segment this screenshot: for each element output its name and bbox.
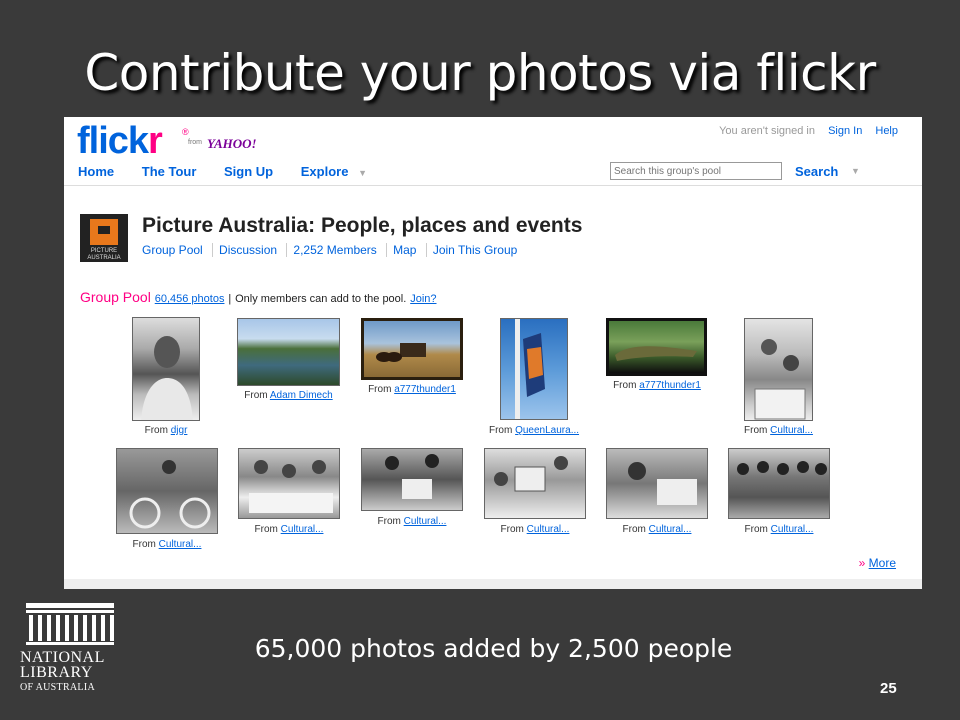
group-icon[interactable]: PICTURE AUSTRALIA: [80, 214, 128, 262]
photo-thumbnail[interactable]: [361, 448, 463, 511]
pool-count-link[interactable]: 60,456 photos: [155, 293, 225, 305]
search-button[interactable]: Search: [795, 164, 838, 179]
from-text: From: [500, 524, 524, 535]
group-icon-text: PICTURE AUSTRALIA: [87, 248, 121, 261]
pool-join-link[interactable]: Join?: [410, 293, 436, 305]
nav-home[interactable]: Home: [78, 164, 114, 179]
photo-author-link[interactable]: Cultural...: [771, 524, 814, 535]
photo-thumbnail[interactable]: [116, 448, 218, 534]
photo-caption: From Adam Dimech: [229, 390, 348, 401]
photo-thumbnail[interactable]: [606, 318, 707, 376]
help-link[interactable]: Help: [875, 125, 898, 137]
photo-author-link[interactable]: Cultural...: [159, 539, 202, 550]
from-text: From: [744, 425, 768, 436]
photo-caption: From a777thunder1: [599, 380, 715, 391]
photo-caption: From Cultural...: [732, 425, 825, 436]
photo-caption: From Cultural...: [116, 539, 218, 550]
nav-sign-up[interactable]: Sign Up: [224, 164, 273, 179]
nav-the-tour[interactable]: The Tour: [142, 164, 197, 179]
main-nav: Home The Tour Sign Up Explore ▼: [78, 164, 391, 179]
explore-dropdown-icon[interactable]: ▼: [358, 168, 367, 178]
photo-caption: From Cultural...: [728, 524, 830, 535]
group-link-pool[interactable]: Group Pool: [142, 243, 209, 257]
photo-thumbnail[interactable]: [237, 318, 340, 386]
from-text: From: [622, 524, 646, 535]
nla-line-3: OF AUSTRALIA: [20, 682, 95, 693]
pool-note: Only members can add to the pool.: [235, 293, 407, 305]
slide-title: Contribute your photos via flickr: [84, 44, 876, 102]
picture-australia-logo-hole: [98, 226, 110, 234]
slide-footer-text: 65,000 photos added by 2,500 people: [254, 634, 733, 663]
group-link-members[interactable]: 2,252 Members: [286, 243, 383, 257]
flickr-screenshot: flickr ® from YAHOO! You aren't signed i…: [64, 117, 922, 589]
registered-mark: ®: [182, 127, 189, 137]
from-text: From: [368, 384, 392, 395]
from-text: From: [144, 425, 168, 436]
group-link-map[interactable]: Map: [386, 243, 423, 257]
more-link-label: More: [868, 556, 896, 570]
photo-thumbnail[interactable]: [728, 448, 830, 519]
from-text: From: [254, 524, 278, 535]
pool-header: Group Pool 60,456 photos | Only members …: [80, 289, 437, 305]
group-link-join[interactable]: Join This Group: [425, 243, 524, 257]
nav-divider: [64, 185, 922, 186]
photo-author-link[interactable]: QueenLaura...: [515, 425, 579, 436]
from-label: from: [188, 139, 202, 146]
yahoo-logo: YAHOO!: [207, 136, 257, 151]
photo-author-link[interactable]: a777thunder1: [639, 380, 701, 391]
photo-thumbnail[interactable]: [500, 318, 568, 420]
sign-in-link[interactable]: Sign In: [828, 125, 862, 137]
photo-author-link[interactable]: Cultural...: [404, 516, 447, 527]
photo-thumbnail[interactable]: [606, 448, 708, 519]
group-link-discussion[interactable]: Discussion: [212, 243, 284, 257]
more-arrow-icon: »: [858, 556, 866, 570]
group-links: Group Pool Discussion 2,252 Members Map …: [142, 243, 524, 257]
page-number: 25: [880, 680, 897, 697]
photo-author-link[interactable]: djgr: [171, 425, 188, 436]
from-text: From: [488, 425, 513, 436]
from-text: From: [377, 516, 401, 527]
photo-author-link[interactable]: Adam Dimech: [270, 390, 333, 401]
photo-author-link[interactable]: Cultural...: [770, 425, 813, 436]
search-input[interactable]: [610, 162, 782, 180]
photo-caption: From Cultural...: [606, 524, 708, 535]
photo-caption: From Cultural...: [361, 516, 463, 527]
photo-author-link[interactable]: a777thunder1: [394, 384, 456, 395]
photo-caption: From Cultural...: [484, 524, 586, 535]
flickr-logo-blue: flick: [77, 120, 149, 162]
pool-heading: Group Pool: [80, 289, 151, 305]
account-bar: You aren't signed in Sign In Help: [719, 125, 898, 137]
photo-caption: From a777thunder1: [354, 384, 470, 395]
nav-explore[interactable]: Explore: [301, 164, 349, 179]
photo-thumbnail[interactable]: [361, 318, 463, 380]
footer-bar: [64, 579, 922, 589]
from-text: From: [613, 380, 637, 391]
photo-thumbnail[interactable]: [484, 448, 586, 519]
photo-author-link[interactable]: Cultural...: [281, 524, 324, 535]
photo-caption: From QueenLaura...: [480, 425, 588, 436]
photo-thumbnail[interactable]: [132, 317, 200, 421]
photo-thumbnail[interactable]: [238, 448, 340, 519]
search-dropdown-icon[interactable]: ▼: [851, 166, 860, 176]
flickr-logo[interactable]: flickr: [77, 120, 163, 162]
from-text: From: [244, 390, 268, 401]
nla-line-2: LIBRARY: [20, 664, 93, 681]
flickr-logo-pink: r: [148, 120, 163, 162]
photo-author-link[interactable]: Cultural...: [527, 524, 570, 535]
group-title: Picture Australia: People, places and ev…: [142, 214, 583, 237]
photo-author-link[interactable]: Cultural...: [649, 524, 692, 535]
from-text: From: [744, 524, 768, 535]
more-link[interactable]: » More: [859, 556, 896, 570]
photo-caption: From Cultural...: [238, 524, 340, 535]
signin-status: You aren't signed in: [719, 125, 815, 137]
from-text: From: [132, 539, 156, 550]
photo-caption: From djgr: [128, 425, 204, 436]
photo-thumbnail[interactable]: [744, 318, 813, 421]
pool-separator: |: [228, 293, 232, 305]
